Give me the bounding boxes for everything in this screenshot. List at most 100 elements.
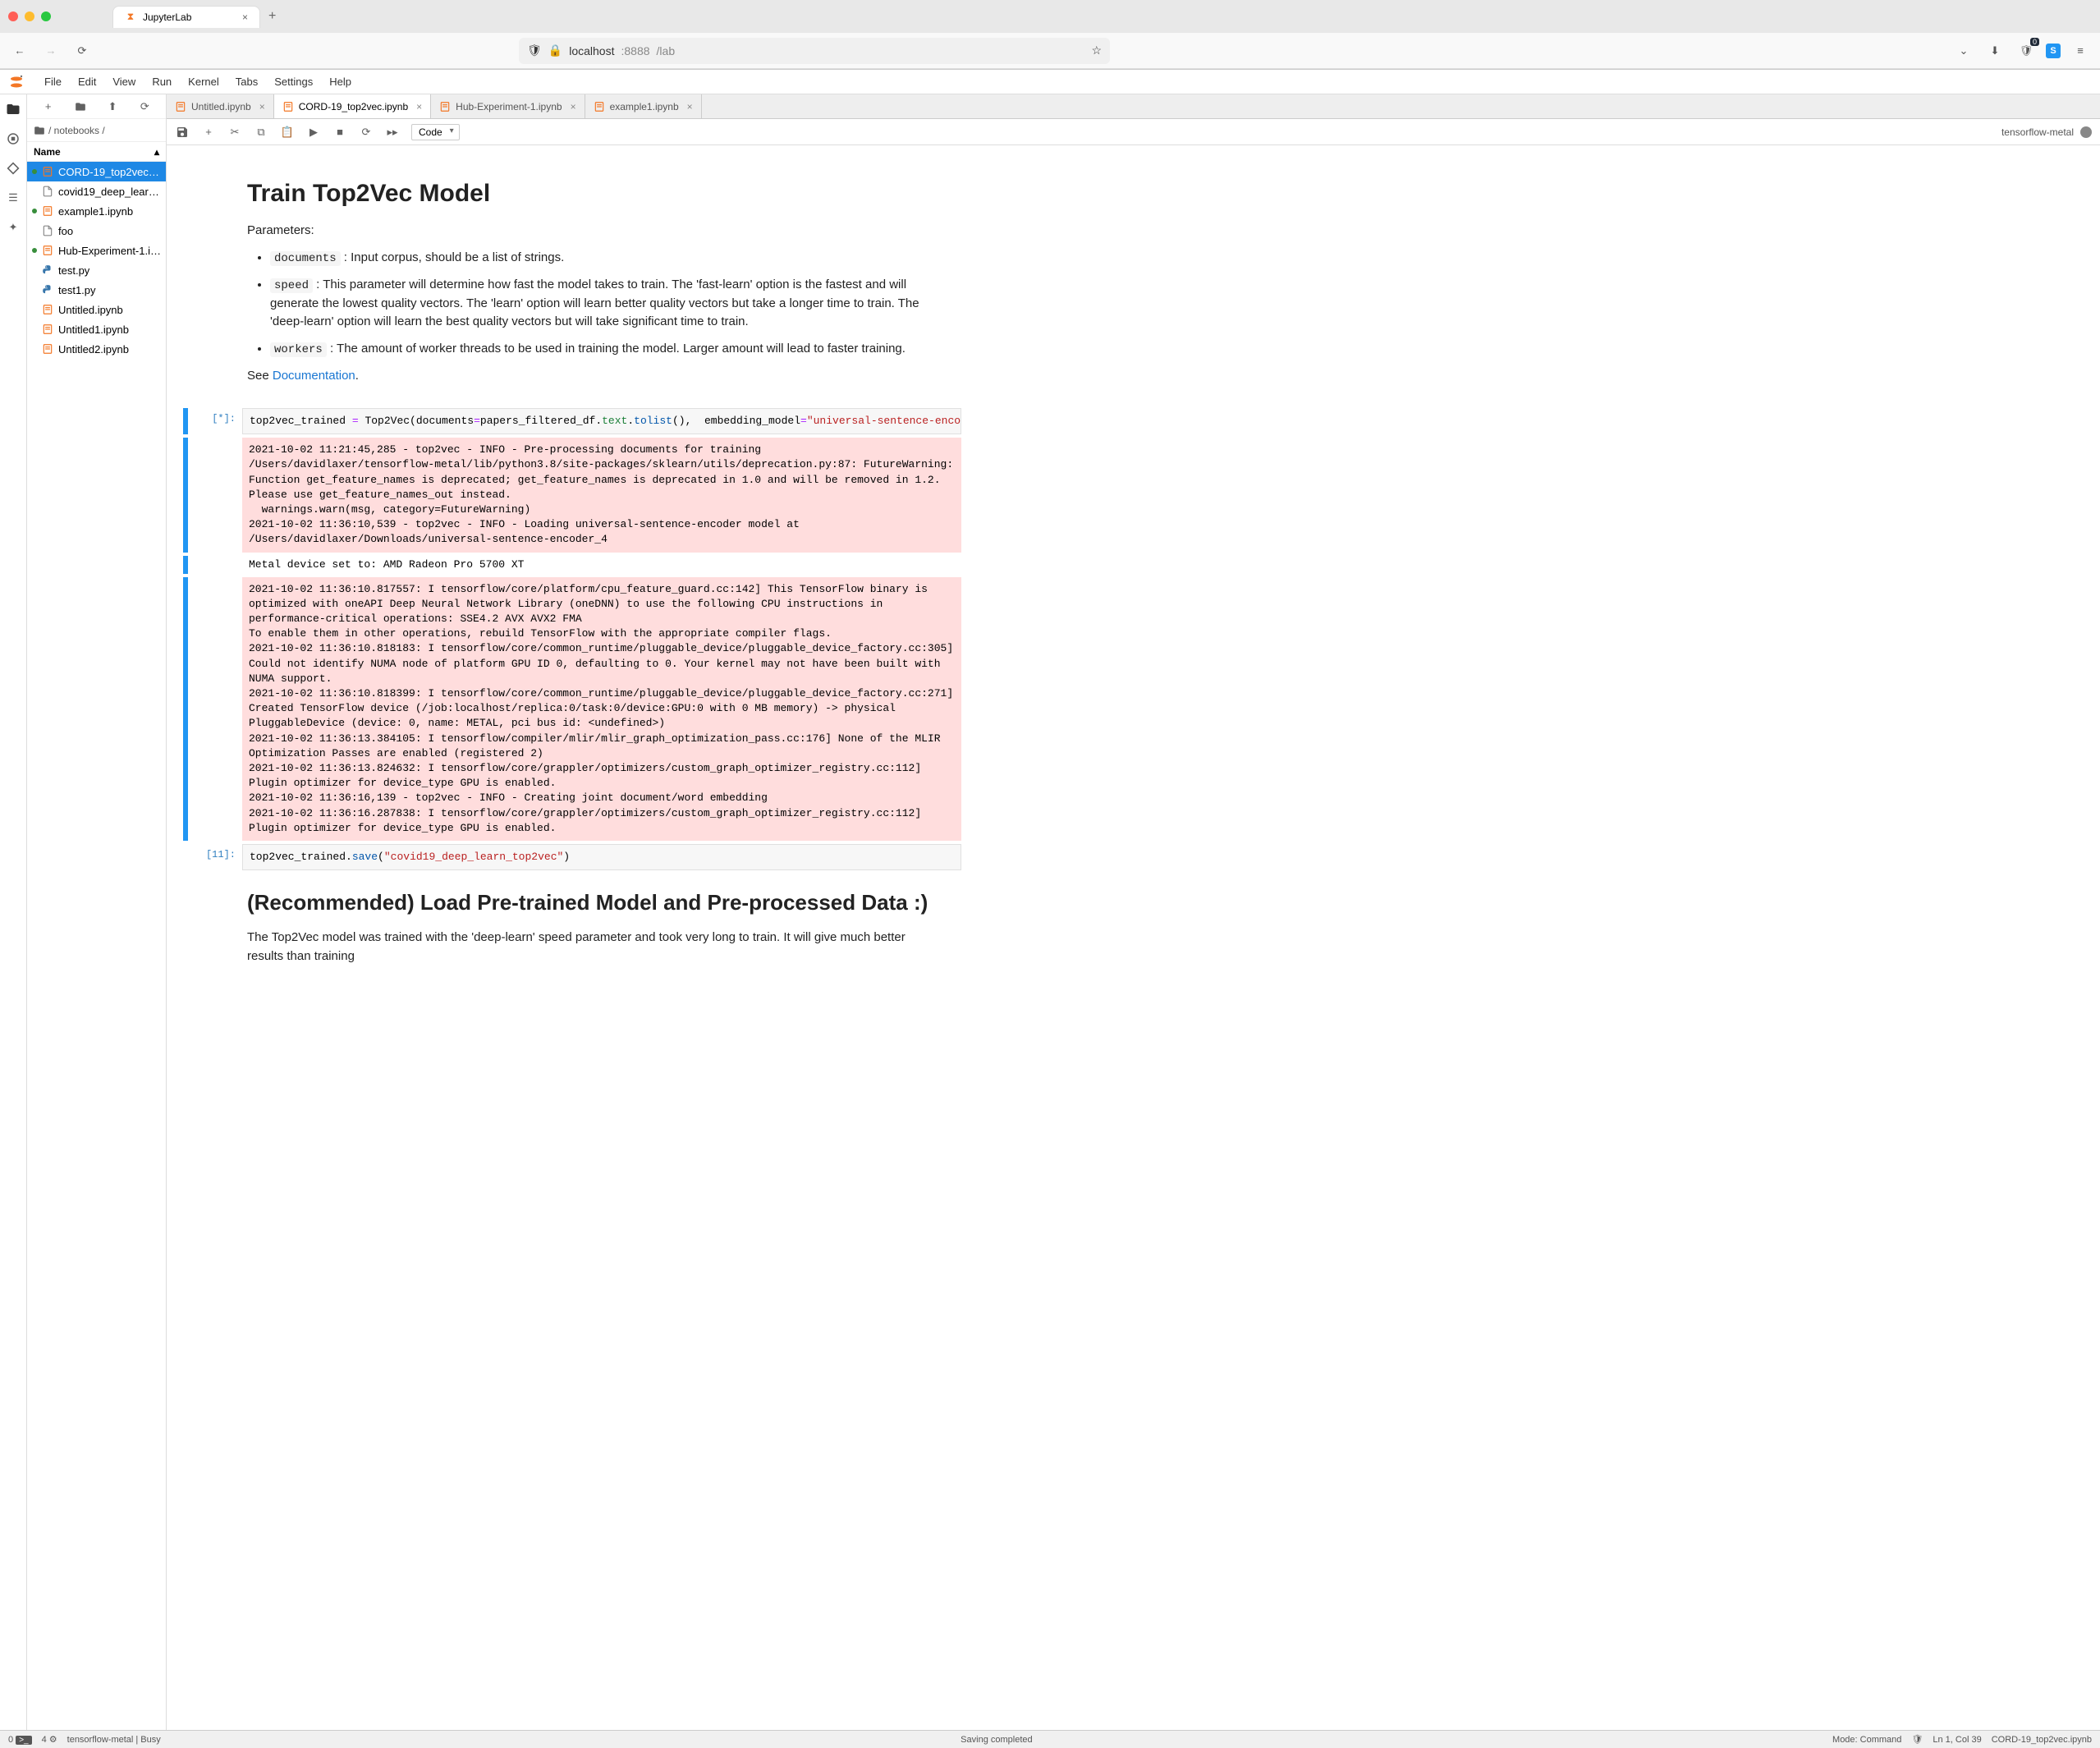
window-minimize-button[interactable] bbox=[25, 11, 34, 21]
stdout-output: Metal device set to: AMD Radeon Pro 5700… bbox=[242, 556, 961, 574]
close-tab-button[interactable]: × bbox=[687, 101, 693, 112]
file-row[interactable]: foo bbox=[27, 221, 166, 241]
status-kernel-text[interactable]: tensorflow-metal | Busy bbox=[67, 1735, 161, 1745]
menu-file[interactable]: File bbox=[36, 72, 70, 91]
interrupt-button[interactable]: ■ bbox=[332, 125, 347, 140]
code-cell[interactable]: [11]: top2vec_trained.save("covid19_deep… bbox=[183, 844, 961, 870]
status-mode[interactable]: Mode: Command bbox=[1832, 1735, 1901, 1745]
bookmark-star-icon[interactable]: ☆ bbox=[1091, 44, 1102, 57]
code-input[interactable]: top2vec_trained.save("covid19_deep_learn… bbox=[242, 844, 961, 870]
menu-kernel[interactable]: Kernel bbox=[180, 72, 227, 91]
url-bar[interactable]: 🛡 🔒 localhost:8888/lab ☆ bbox=[519, 38, 1110, 64]
running-kernels-icon[interactable] bbox=[5, 131, 21, 147]
file-row[interactable]: CORD-19_top2vec.i… bbox=[27, 162, 166, 181]
file-row[interactable]: Hub-Experiment-1.i… bbox=[27, 241, 166, 260]
doc-tab[interactable]: Hub-Experiment-1.ipynb× bbox=[431, 94, 585, 118]
file-row[interactable]: Untitled.ipynb bbox=[27, 300, 166, 319]
code-input[interactable]: top2vec_trained = Top2Vec(documents=pape… bbox=[242, 408, 961, 434]
file-row[interactable]: test1.py bbox=[27, 280, 166, 300]
documentation-link[interactable]: Documentation bbox=[273, 369, 355, 383]
refresh-button[interactable]: ⟳ bbox=[136, 99, 153, 115]
extensions-icon[interactable]: ✦ bbox=[5, 219, 21, 236]
toc-icon[interactable]: ☰ bbox=[5, 190, 21, 206]
paste-button[interactable]: 📋 bbox=[280, 125, 295, 140]
restart-button[interactable]: ⟳ bbox=[359, 125, 374, 140]
py-file-icon bbox=[42, 264, 53, 276]
menu-settings[interactable]: Settings bbox=[266, 72, 321, 91]
menu-edit[interactable]: Edit bbox=[70, 72, 104, 91]
run-button[interactable]: ▶ bbox=[306, 125, 321, 140]
status-filename[interactable]: CORD-19_top2vec.ipynb bbox=[1992, 1735, 2092, 1745]
close-tab-button[interactable]: × bbox=[571, 101, 576, 112]
output-row: 2021-10-02 11:21:45,285 - top2vec - INFO… bbox=[183, 438, 961, 552]
status-terminals[interactable]: 0 >_ bbox=[8, 1735, 32, 1745]
file-row[interactable]: test.py bbox=[27, 260, 166, 280]
stderr-output: 2021-10-02 11:21:45,285 - top2vec - INFO… bbox=[242, 438, 961, 552]
doc-tab[interactable]: CORD-19_top2vec.ipynb× bbox=[274, 94, 431, 118]
column-name-label: Name bbox=[34, 146, 61, 158]
file-file-icon bbox=[42, 225, 53, 236]
close-tab-button[interactable]: × bbox=[259, 101, 265, 112]
kernel-status[interactable]: tensorflow-metal bbox=[2001, 126, 2092, 138]
column-header[interactable]: Name ▴ bbox=[27, 142, 166, 162]
extension-s-icon[interactable]: S bbox=[2046, 44, 2061, 58]
code-cell[interactable]: [*]: top2vec_trained = Top2Vec(documents… bbox=[183, 408, 961, 434]
status-kernels[interactable]: 4 ⚙ bbox=[42, 1734, 57, 1745]
extension-blocker-icon[interactable]: 🛡 bbox=[2015, 39, 2038, 62]
nav-forward-button[interactable]: → bbox=[39, 39, 62, 62]
markdown-cell[interactable]: (Recommended) Load Pre-trained Model and… bbox=[183, 874, 961, 985]
file-name-label: Untitled.ipynb bbox=[58, 304, 123, 316]
main-area: Untitled.ipynb×CORD-19_top2vec.ipynb×Hub… bbox=[167, 94, 2100, 1730]
git-icon[interactable] bbox=[5, 160, 21, 177]
cell-selection-strip bbox=[183, 438, 188, 552]
close-tab-button[interactable]: × bbox=[416, 101, 422, 112]
file-name-label: foo bbox=[58, 225, 73, 237]
downloads-icon[interactable]: ⬇ bbox=[1983, 39, 2006, 62]
breadcrumb[interactable]: / notebooks / bbox=[27, 119, 166, 142]
nav-reload-button[interactable]: ⟳ bbox=[71, 39, 94, 62]
running-dot-icon bbox=[32, 169, 37, 174]
markdown-cell[interactable]: Train Top2Vec Model Parameters: document… bbox=[183, 162, 961, 405]
file-row[interactable]: example1.ipynb bbox=[27, 201, 166, 221]
doc-tab[interactable]: example1.ipynb× bbox=[585, 94, 702, 118]
file-row[interactable]: covid19_deep_learn… bbox=[27, 181, 166, 201]
input-prompt: [*]: bbox=[193, 408, 242, 434]
browser-tab[interactable]: ⧗ JupyterLab × bbox=[112, 6, 260, 28]
cell-type-select[interactable]: Code bbox=[411, 124, 460, 140]
jupyter-logo-icon[interactable] bbox=[7, 72, 26, 92]
menu-view[interactable]: View bbox=[104, 72, 144, 91]
insert-cell-button[interactable]: + bbox=[201, 125, 216, 140]
file-browser-icon[interactable] bbox=[5, 101, 21, 117]
md-code: documents bbox=[270, 251, 341, 266]
status-cursor[interactable]: Ln 1, Col 39 bbox=[1933, 1735, 1981, 1745]
new-launcher-button[interactable]: + bbox=[40, 99, 57, 115]
window-zoom-button[interactable] bbox=[41, 11, 51, 21]
menu-help[interactable]: Help bbox=[321, 72, 360, 91]
window-close-button[interactable] bbox=[8, 11, 18, 21]
file-list: CORD-19_top2vec.i…covid19_deep_learn…exa… bbox=[27, 162, 166, 1730]
file-row[interactable]: Untitled2.ipynb bbox=[27, 339, 166, 359]
restart-run-all-button[interactable]: ▸▸ bbox=[385, 125, 400, 140]
new-folder-button[interactable] bbox=[72, 99, 89, 115]
running-dot-icon bbox=[32, 228, 37, 233]
notebook-scroll[interactable]: Train Top2Vec Model Parameters: document… bbox=[167, 145, 2100, 1730]
new-tab-button[interactable]: + bbox=[268, 9, 276, 24]
nav-back-button[interactable]: ← bbox=[8, 39, 31, 62]
menubar: FileEditViewRunKernelTabsSettingsHelp bbox=[0, 70, 2100, 94]
pocket-icon[interactable]: ⌄ bbox=[1952, 39, 1975, 62]
trusted-icon[interactable]: 🛡 bbox=[1911, 1734, 1923, 1745]
upload-button[interactable]: ⬆ bbox=[104, 99, 121, 115]
file-browser-sidebar: + ⬆ ⟳ / notebooks / Name ▴ CORD-19_top2v… bbox=[27, 94, 167, 1730]
cut-button[interactable]: ✂ bbox=[227, 125, 242, 140]
save-button[interactable] bbox=[175, 125, 190, 140]
output-prompt bbox=[193, 556, 242, 574]
copy-button[interactable]: ⧉ bbox=[254, 125, 268, 140]
doc-tab[interactable]: Untitled.ipynb× bbox=[167, 94, 274, 118]
menu-tabs[interactable]: Tabs bbox=[227, 72, 266, 91]
md-paragraph: See Documentation. bbox=[247, 367, 945, 386]
close-tab-button[interactable]: × bbox=[242, 11, 248, 23]
file-row[interactable]: Untitled1.ipynb bbox=[27, 319, 166, 339]
menu-run[interactable]: Run bbox=[144, 72, 180, 91]
hamburger-menu-icon[interactable]: ≡ bbox=[2069, 39, 2092, 62]
cell-selection-strip bbox=[183, 577, 188, 841]
